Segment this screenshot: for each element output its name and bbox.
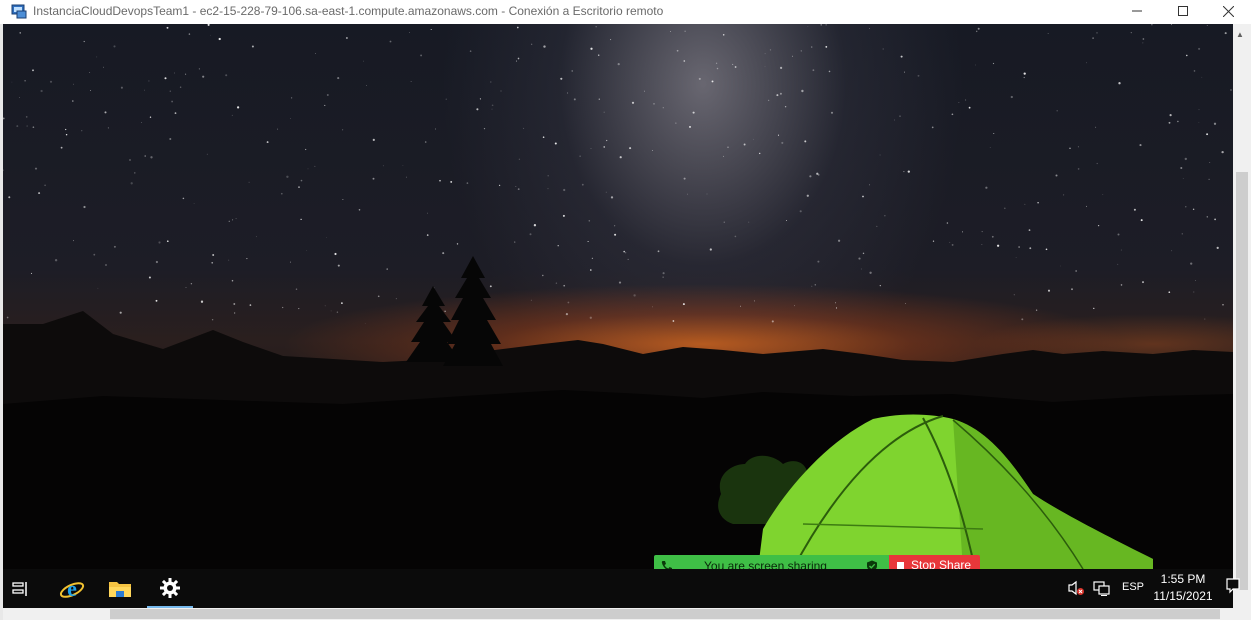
clock-time: 1:55 PM [1160,572,1206,586]
close-button[interactable] [1205,0,1251,22]
internet-explorer-button[interactable]: e [49,569,95,608]
horizontal-scroll-thumb[interactable] [110,609,1220,619]
maximize-button[interactable] [1160,0,1206,22]
folder-icon [109,581,131,597]
network-button[interactable] [1093,580,1111,601]
minimize-button[interactable] [1114,0,1160,22]
vertical-scroll-thumb[interactable] [1236,172,1248,590]
stop-icon [897,562,904,569]
volume-muted-icon [1068,580,1084,596]
clock[interactable]: 1:55 PM 11/15/2021 [1148,572,1218,603]
clock-date: 11/15/2021 [1153,589,1213,603]
notifications-button[interactable] [1226,578,1240,599]
file-explorer-button[interactable] [97,569,143,608]
ie-icon: e [59,577,85,601]
task-view-icon [12,581,27,596]
gear-icon [160,577,180,598]
notification-icon [1226,578,1240,594]
landscape-scene [3,256,1233,569]
maximize-icon [1178,6,1188,16]
volume-button[interactable] [1067,580,1085,601]
input-language[interactable]: ESP [1122,581,1144,593]
task-view-button[interactable] [0,569,44,608]
remote-desktop-icon [11,4,27,19]
title-bar: InstanciaCloudDevopsTeam1 - ec2-15-228-7… [0,0,1251,22]
taskbar: e ESP 1:55 PM 11/15/2021 [3,569,1233,608]
scroll-up-icon[interactable]: ▲ [1236,30,1244,39]
pine-tree-right [443,256,503,366]
network-icon [1093,581,1110,596]
window-title: InstanciaCloudDevopsTeam1 - ec2-15-228-7… [33,4,664,18]
close-icon [1222,5,1234,17]
settings-button[interactable] [147,569,193,608]
minimize-icon [1132,10,1142,12]
remote-desktop-wallpaper [3,24,1233,569]
svg-text:e: e [67,577,77,601]
